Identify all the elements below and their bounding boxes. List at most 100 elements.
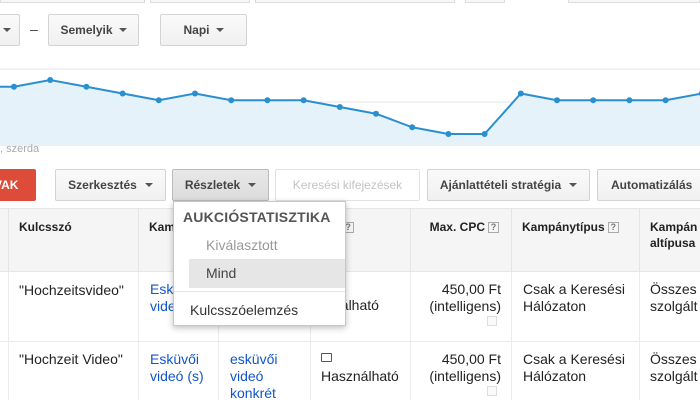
- automate-button[interactable]: Automatizálás: [597, 169, 700, 201]
- menu-item-keyword-analysis[interactable]: Kulcsszóelemzés: [190, 302, 298, 318]
- campaign-subtype-header-line1: Kampán: [650, 220, 698, 234]
- max-cpc-value: 450,00 Ft: [441, 281, 501, 297]
- chart-point[interactable]: [228, 97, 235, 104]
- max-cpc-header-label: Max. CPC: [429, 220, 485, 234]
- campaign-subtype-line2: szolgált: [650, 368, 698, 384]
- adgroup-link-line2[interactable]: videó: [230, 368, 310, 385]
- campaign-type-line1: Csak a Keresési: [523, 281, 625, 297]
- chart-point[interactable]: [481, 131, 488, 137]
- column-header-campaign-type[interactable]: Kampánytípus?: [511, 209, 639, 273]
- add-keyword-label: VAK: [0, 178, 19, 192]
- search-terms-label: Keresési kifejezések: [292, 178, 403, 192]
- bid-strategy-button[interactable]: Ajánlattételi stratégia: [427, 169, 590, 201]
- chart-point[interactable]: [47, 77, 54, 83]
- table-row: "Hochzeitsvideo" Esk vide sználható 450,…: [0, 272, 700, 342]
- campaign-type-line2: Hálózaton: [523, 368, 587, 384]
- campaign-type-line2: Hálózaton: [523, 298, 587, 314]
- add-keyword-button[interactable]: VAK: [0, 169, 36, 201]
- chart-point[interactable]: [83, 83, 90, 90]
- chart-point[interactable]: [300, 97, 307, 104]
- edit-bid-icon[interactable]: [487, 386, 497, 396]
- campaign-type-cell: Csak a Keresési Hálózaton: [511, 272, 639, 341]
- chart-point[interactable]: [192, 90, 198, 97]
- chart-point[interactable]: [336, 104, 343, 110]
- chart-point[interactable]: [409, 124, 416, 131]
- campaign-header-label: Kam: [149, 220, 176, 234]
- status-text: Használható: [321, 368, 399, 384]
- adwords-keywords-view: – Semelyik Napi , szerda VAK Szerkesztés…: [0, 0, 700, 400]
- campaign-type-line1: Csak a Keresési: [523, 351, 625, 367]
- auction-insights-heading: AUKCIÓSTATISZTIKA: [183, 209, 331, 225]
- chart-point[interactable]: [662, 97, 669, 104]
- edit-bid-icon[interactable]: [487, 316, 497, 326]
- chevron-down-icon: [215, 28, 224, 32]
- max-cpc-cell[interactable]: 450,00 Ft (intelligens): [410, 272, 511, 341]
- chart-point[interactable]: [11, 83, 17, 90]
- chart-point[interactable]: [155, 97, 162, 104]
- edit-button[interactable]: Szerkesztés: [55, 169, 166, 201]
- search-terms-button[interactable]: Keresési kifejezések: [275, 169, 420, 201]
- menu-item-selected[interactable]: Kiválasztott: [189, 231, 345, 260]
- campaign-type-header-label: Kampánytípus: [522, 220, 605, 234]
- chart-point[interactable]: [517, 90, 524, 97]
- keyword-cell[interactable]: "Hochzeit Video": [8, 342, 138, 400]
- chart-point[interactable]: [554, 97, 560, 104]
- keyword-cell[interactable]: "Hochzeitsvideo": [8, 272, 138, 341]
- max-cpc-cell[interactable]: 450,00 Ft (intelligens): [410, 342, 511, 400]
- chevron-down-icon: [118, 28, 127, 32]
- performance-chart: [0, 68, 700, 146]
- campaign-subtype-line2: szolgált: [650, 298, 698, 314]
- campaign-cell[interactable]: Esküvői videó (s): [138, 342, 218, 400]
- column-header-keyword[interactable]: Kulcsszó: [8, 209, 138, 273]
- chevron-down-icon: [144, 183, 153, 187]
- details-button[interactable]: Részletek: [172, 169, 269, 201]
- menu-item-all[interactable]: Mind: [189, 259, 345, 288]
- max-cpc-value: 450,00 Ft: [441, 351, 501, 367]
- help-icon[interactable]: ?: [607, 222, 619, 234]
- details-dropdown-menu: AUKCIÓSTATISZTIKA Kiválasztott Mind Kulc…: [173, 201, 346, 326]
- menu-divider: [174, 291, 345, 292]
- bid-strategy-label: Ajánlattételi stratégia: [439, 178, 562, 192]
- edit-label: Szerkesztés: [68, 178, 137, 192]
- chart-point[interactable]: [626, 97, 633, 104]
- chart-point[interactable]: [264, 97, 271, 104]
- keyword-header-label: Kulcsszó: [19, 220, 72, 234]
- max-cpc-bidtype: (intelligens): [429, 368, 501, 384]
- status-cell: Használható: [310, 342, 410, 400]
- compare-label: Semelyik: [60, 23, 113, 37]
- campaign-subtype-cell: Összes szolgált: [639, 342, 700, 400]
- table-header: Kulcsszó Kam oot? Max. CPC? Kampánytípus…: [0, 208, 700, 273]
- chevron-down-icon: [248, 183, 257, 187]
- automate-label: Automatizálás: [611, 178, 693, 192]
- column-header-campaign-subtype[interactable]: Kampán altípusa: [639, 209, 700, 273]
- column-header-max-cpc[interactable]: Max. CPC?: [410, 209, 511, 273]
- campaign-subtype-header-line2: altípusa: [650, 236, 696, 250]
- chart-point[interactable]: [590, 97, 597, 104]
- details-label: Részletek: [184, 178, 241, 192]
- chart-date-label: , szerda: [0, 143, 40, 155]
- adgroup-cell[interactable]: esküvői videó konkrét: [218, 342, 310, 400]
- interval-label: Napi: [183, 23, 210, 37]
- chart-point[interactable]: [373, 110, 379, 117]
- top-tab-strip: [0, 0, 700, 4]
- campaign-subtype-line1: Összes: [650, 351, 697, 367]
- table-row: "Hochzeit Video" Esküvői videó (s) esküv…: [0, 342, 700, 400]
- range-separator: –: [30, 21, 38, 37]
- campaign-type-cell: Csak a Keresési Hálózaton: [511, 342, 639, 400]
- campaign-subtype-cell: Összes szolgált: [639, 272, 700, 341]
- campaign-link-line1[interactable]: Esküvői: [150, 351, 218, 368]
- campaign-subtype-line1: Összes: [650, 281, 697, 297]
- help-icon[interactable]: ?: [488, 222, 499, 234]
- campaign-link-line2[interactable]: videó (s): [150, 368, 218, 385]
- chart-point[interactable]: [445, 131, 452, 137]
- adgroup-link-line1[interactable]: esküvői: [230, 351, 310, 368]
- chevron-down-icon: [569, 183, 578, 187]
- date-range-dropdown[interactable]: [0, 14, 20, 46]
- interval-dropdown[interactable]: Napi: [160, 14, 247, 46]
- adgroup-link-line3[interactable]: konkrét: [230, 385, 310, 400]
- chart-point[interactable]: [119, 90, 126, 97]
- compare-dropdown[interactable]: Semelyik: [48, 14, 139, 46]
- max-cpc-bidtype: (intelligens): [429, 298, 501, 314]
- chevron-down-icon: [3, 28, 11, 32]
- speech-bubble-icon[interactable]: [321, 353, 332, 362]
